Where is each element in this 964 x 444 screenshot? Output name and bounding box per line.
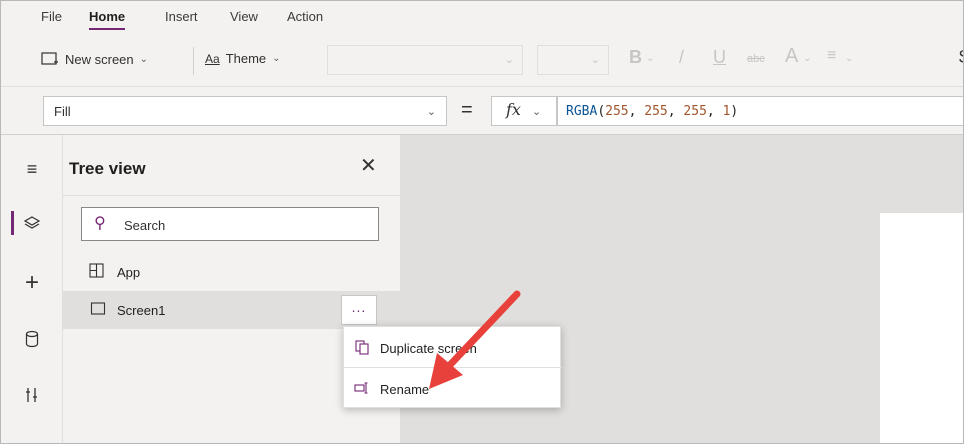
app-window: File Home Insert View Action New screen … [0, 0, 964, 444]
rename-icon [354, 382, 368, 394]
screen-preview[interactable] [880, 213, 963, 443]
tools-icon [26, 388, 37, 402]
hamburger-menu-icon[interactable]: ≡ [1, 149, 63, 189]
app-icon [89, 263, 104, 278]
left-rail: ≡ + [1, 135, 63, 443]
tab-action[interactable]: Action [287, 9, 323, 24]
formula-arg-b: 255 [683, 104, 707, 119]
menu-bar: File Home Insert View Action [1, 1, 963, 35]
chevron-down-icon: ⌄ [139, 53, 149, 65]
font-color-icon[interactable]: A [785, 45, 798, 68]
search-input[interactable]: ⚲ Search [81, 207, 379, 241]
new-screen-label: New screen [65, 51, 134, 67]
more-ribbon-icon[interactable]: $ [959, 47, 963, 68]
database-icon [25, 330, 39, 348]
underline-icon[interactable]: U [713, 47, 726, 68]
tree-view-title: Tree view [69, 159, 146, 178]
chevron-down-icon: ⌄ [532, 106, 542, 118]
tab-home[interactable]: Home [89, 9, 126, 30]
formula-paren: ( [597, 104, 606, 119]
chevron-down-icon: ⌄ [272, 53, 281, 64]
menu-item-label: Duplicate screen [380, 341, 477, 356]
data-nav[interactable] [1, 319, 63, 359]
chevron-down-icon: ⌄ [646, 53, 655, 64]
formula-comma: , [667, 104, 684, 119]
menu-item-rename[interactable]: Rename [344, 368, 562, 408]
divider [63, 195, 400, 196]
formula-arg-g: 255 [644, 104, 668, 119]
duplicate-icon [355, 340, 369, 355]
chevron-down-icon: ⌄ [590, 54, 600, 66]
property-value: Fill [54, 104, 71, 119]
formula-paren: ) [730, 104, 739, 119]
more-options-button[interactable]: ... [341, 295, 377, 325]
close-icon[interactable]: ✕ [360, 153, 377, 178]
ribbon-divider [193, 47, 194, 75]
ribbon: New screen ⌄ Aa Theme ⌄ ⌄ ⌄ B ⌄ / U abc … [1, 35, 963, 87]
search-placeholder: Search [124, 218, 166, 233]
new-screen-icon [41, 52, 58, 65]
menu-item-label: Rename [380, 382, 430, 397]
chevron-down-icon: ⌄ [845, 53, 854, 64]
new-screen-button[interactable]: New screen ⌄ [41, 51, 148, 67]
property-dropdown[interactable]: Fill ⌄ [43, 96, 447, 126]
tools-nav[interactable] [1, 375, 63, 415]
formula-function: RGBA [566, 104, 598, 119]
tree-node-app[interactable]: App [63, 253, 400, 291]
theme-label: Theme [225, 51, 267, 66]
font-size-dropdown[interactable]: ⌄ [537, 45, 609, 75]
context-menu: Duplicate screen Rename [343, 326, 562, 408]
formula-input[interactable]: RGBA(255, 255, 255, 1) [557, 96, 963, 126]
bold-icon[interactable]: B [629, 47, 642, 68]
strikethrough-icon[interactable]: abc [747, 53, 765, 65]
tree-node-screen1[interactable]: Screen1 ... [63, 291, 400, 329]
screen-icon [90, 302, 106, 315]
formula-arg-r: 255 [605, 104, 629, 119]
font-dropdown[interactable]: ⌄ [327, 45, 523, 75]
theme-icon: Aa [205, 51, 220, 66]
fx-icon: fx [506, 100, 521, 119]
tab-file[interactable]: File [41, 9, 62, 24]
theme-button[interactable]: Aa Theme ⌄ [205, 51, 281, 66]
tab-insert[interactable]: Insert [165, 9, 198, 24]
chevron-down-icon: ⌄ [504, 54, 514, 66]
formula-comma: , [706, 104, 723, 119]
tree-node-label: App [117, 265, 141, 280]
formula-comma: , [628, 104, 645, 119]
tab-view[interactable]: View [230, 9, 258, 24]
search-icon: ⚲ [94, 215, 106, 232]
align-icon[interactable]: ≡ [827, 47, 836, 65]
menu-item-duplicate-screen[interactable]: Duplicate screen [344, 327, 562, 367]
italic-icon[interactable]: / [679, 47, 684, 68]
chevron-down-icon: ⌄ [803, 53, 812, 64]
formula-bar: Fill ⌄ = fx ⌄ RGBA(255, 255, 255, 1) [1, 87, 963, 135]
fx-button[interactable]: fx ⌄ [491, 96, 557, 126]
layers-icon [23, 216, 41, 229]
equals-sign: = [461, 99, 473, 121]
chevron-down-icon: ⌄ [426, 106, 436, 118]
tree-node-label: Screen1 [117, 303, 166, 318]
tree-view-nav[interactable] [1, 203, 63, 243]
insert-plus-icon[interactable]: + [1, 263, 63, 303]
